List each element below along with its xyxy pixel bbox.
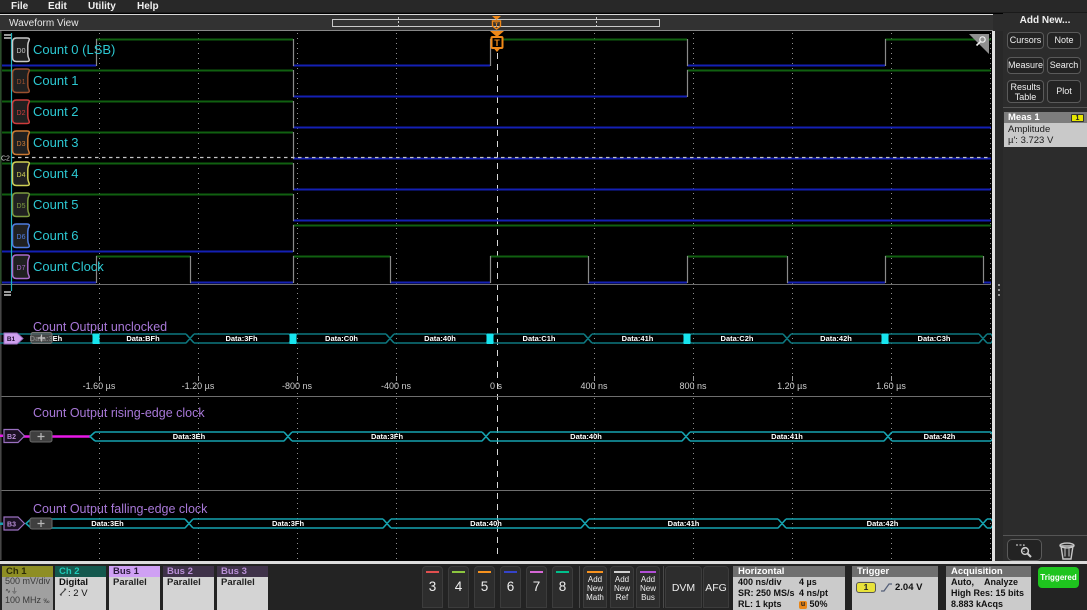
svg-text:Count 3: Count 3 [33, 135, 79, 150]
svg-text:D3: D3 [17, 141, 26, 148]
svg-text:Data:40h: Data:40h [470, 519, 502, 528]
svg-text:Count 6: Count 6 [33, 228, 79, 243]
svg-text:Count Clock: Count Clock [33, 259, 104, 274]
svg-text:Data:3Fh: Data:3Fh [272, 519, 305, 528]
svg-text:Count Output falling-edge cloc: Count Output falling-edge clock [33, 502, 208, 516]
svg-text:Data:42h: Data:42h [924, 432, 956, 441]
svg-text:1.20 µs: 1.20 µs [777, 381, 807, 391]
svg-text:B2: B2 [7, 434, 16, 441]
svg-text:-400 ns: -400 ns [381, 381, 412, 391]
svg-text:D5: D5 [17, 203, 26, 210]
svg-text:Count Output unclocked: Count Output unclocked [33, 320, 167, 334]
svg-text:D1: D1 [17, 79, 26, 86]
svg-text:-1.60 µs: -1.60 µs [83, 381, 116, 391]
svg-text:Count 5: Count 5 [33, 197, 79, 212]
svg-text:D0: D0 [17, 48, 26, 55]
svg-text:800 ns: 800 ns [679, 381, 707, 391]
svg-text:Data:C2h: Data:C2h [721, 334, 754, 343]
svg-text:Data:40h: Data:40h [424, 334, 456, 343]
svg-text:-1.20 µs: -1.20 µs [182, 381, 215, 391]
svg-text:Data:C1h: Data:C1h [523, 334, 556, 343]
svg-text:B1: B1 [7, 336, 16, 343]
svg-text:Data:42h: Data:42h [867, 519, 899, 528]
svg-text:Data:3Eh: Data:3Eh [91, 519, 124, 528]
svg-text:0 s: 0 s [490, 381, 503, 391]
svg-text:Data:3Fh: Data:3Fh [371, 432, 404, 441]
svg-text:B3: B3 [7, 522, 16, 529]
svg-text:T: T [495, 22, 499, 29]
svg-text:D2: D2 [17, 110, 26, 117]
svg-text:D6: D6 [17, 234, 26, 241]
svg-text:Count 2: Count 2 [33, 104, 79, 119]
svg-text:D4: D4 [17, 172, 26, 179]
svg-text:Data:42h: Data:42h [820, 334, 852, 343]
svg-text:Data:41h: Data:41h [771, 432, 803, 441]
svg-text:Count 0 (LSB): Count 0 (LSB) [33, 42, 115, 57]
svg-text:D7: D7 [17, 265, 26, 272]
svg-text:C2: C2 [1, 156, 10, 163]
svg-text:Data:3Fh: Data:3Fh [225, 334, 258, 343]
svg-text:T: T [494, 38, 500, 48]
svg-text:Count 4: Count 4 [33, 166, 79, 181]
svg-text:Data:41h: Data:41h [622, 334, 654, 343]
svg-text:Data:C0h: Data:C0h [325, 334, 358, 343]
svg-text:Data:3Eh: Data:3Eh [173, 432, 206, 441]
svg-text:Data:BFh: Data:BFh [126, 334, 160, 343]
svg-text:Data:40h: Data:40h [570, 432, 602, 441]
svg-text:1.60 µs: 1.60 µs [876, 381, 906, 391]
svg-text:Count 1: Count 1 [33, 73, 79, 88]
svg-text:-800 ns: -800 ns [282, 381, 313, 391]
svg-text:Data:C3h: Data:C3h [918, 334, 951, 343]
svg-text:Count Output rising-edge clock: Count Output rising-edge clock [33, 406, 205, 420]
svg-text:400 ns: 400 ns [580, 381, 608, 391]
svg-text:Data:41h: Data:41h [668, 519, 700, 528]
